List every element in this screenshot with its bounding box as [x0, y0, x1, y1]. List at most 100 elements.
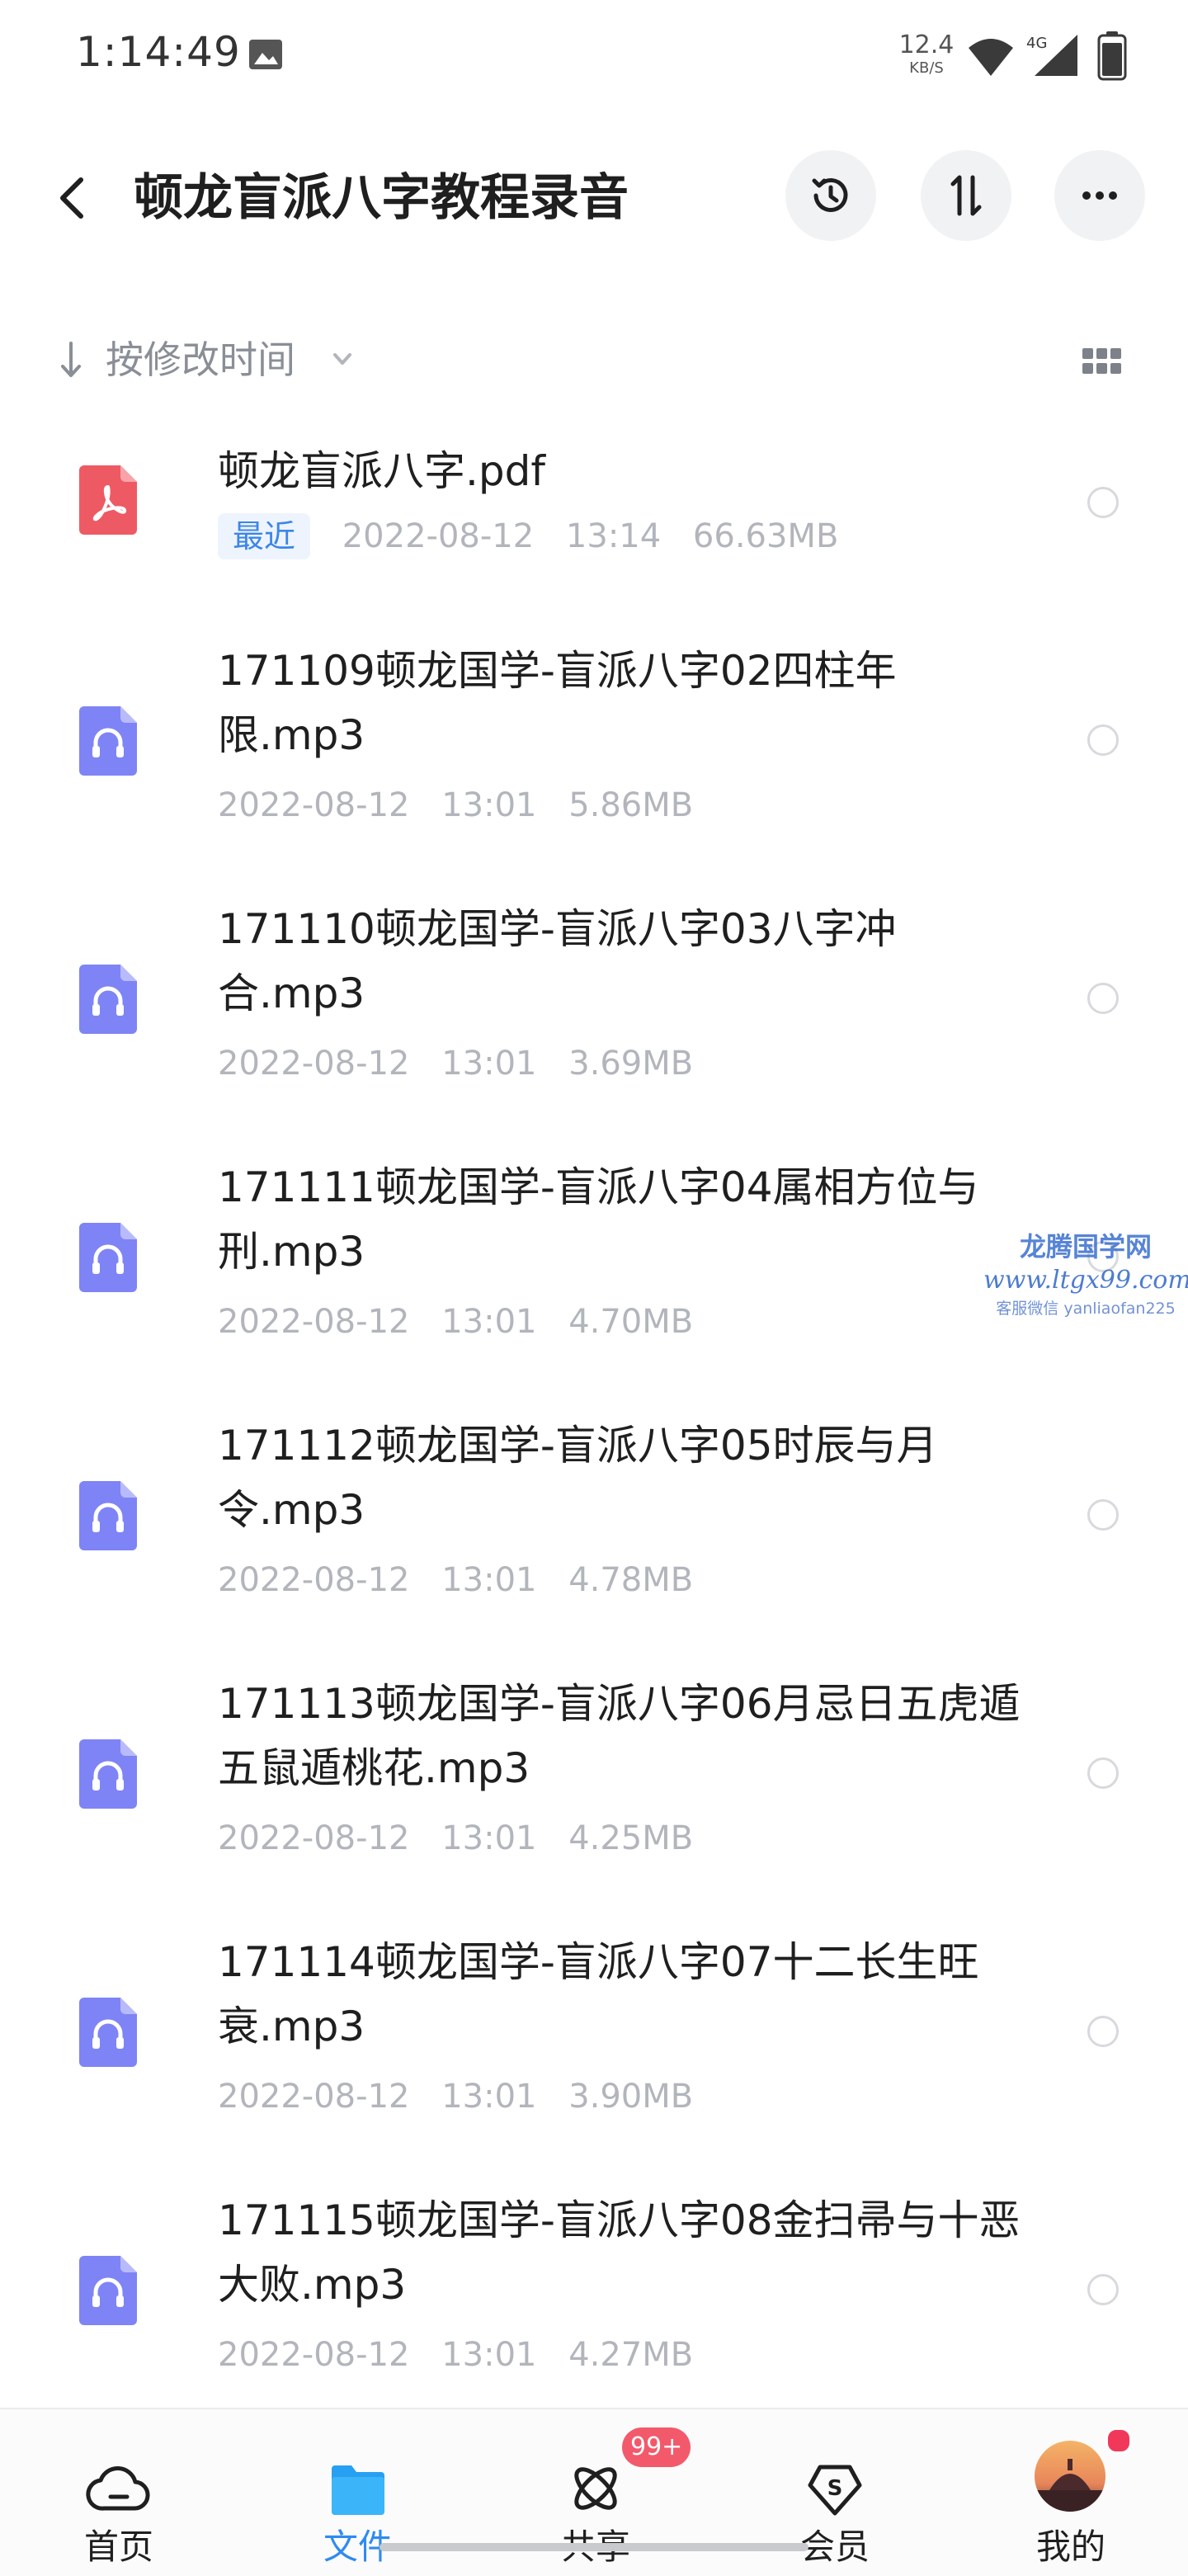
select-radio[interactable] [1087, 2274, 1119, 2305]
audio-file-icon [79, 1481, 137, 1550]
file-size: 4.70MB [568, 1303, 694, 1341]
file-meta: 2022-08-12 13:01 4.27MB [218, 2332, 714, 2378]
file-date: 2022-08-12 [218, 2078, 410, 2116]
file-name: 171114顿龙国学-盲派八字07十二长生旺衰.mp3 [218, 1938, 979, 2050]
grid-view-icon[interactable] [1082, 348, 1122, 375]
file-size: 5.86MB [568, 786, 694, 824]
file-name: 171110顿龙国学-盲派八字03八字冲合.mp3 [218, 905, 897, 1017]
sort-arrows-icon [950, 175, 982, 216]
file-size: 4.78MB [568, 1561, 694, 1599]
list-item[interactable]: 171109顿龙国学-盲派八字02四柱年限.mp3 2022-08-12 13:… [0, 611, 1188, 869]
back-arrow-icon[interactable] [50, 172, 99, 224]
file-size: 3.90MB [568, 2078, 694, 2116]
file-name: 171115顿龙国学-盲派八字08金扫帚与十恶大败.mp3 [218, 2196, 1021, 2309]
file-meta: 最近 2022-08-12 13:14 66.63MB [218, 513, 860, 559]
file-time: 13:14 [565, 517, 662, 555]
watermark-line2: www.ltgx99.com [983, 1266, 1188, 1295]
file-date: 2022-08-12 [218, 2336, 410, 2374]
watermark-line1: 龙腾国学网 [1019, 1231, 1152, 1262]
nav-home[interactable]: 首页 [36, 2409, 201, 2576]
audio-file-icon [79, 965, 137, 1034]
share-count-badge: 99+ [622, 2427, 691, 2467]
share-atom-icon [574, 2467, 617, 2510]
audio-file-icon [79, 2256, 137, 2325]
wifi-icon [969, 39, 1013, 76]
chevron-down-icon[interactable] [328, 345, 356, 373]
file-date: 2022-08-12 [218, 1303, 410, 1341]
nav-profile-label: 我的 [1035, 2526, 1106, 2567]
list-item[interactable]: 171115顿龙国学-盲派八字08金扫帚与十恶大败.mp3 2022-08-12… [0, 2160, 1188, 2418]
file-size: 4.25MB [568, 1819, 694, 1857]
recent-badge: 最近 [218, 513, 311, 559]
list-item[interactable]: 171110顿龙国学-盲派八字03八字冲合.mp3 2022-08-12 13:… [0, 869, 1188, 1127]
file-name: 171109顿龙国学-盲派八字02四柱年限.mp3 [218, 647, 897, 759]
audio-file-icon [79, 1998, 137, 2067]
file-time: 13:01 [441, 2078, 537, 2116]
avatar[interactable] [1035, 2441, 1106, 2512]
folder-icon [332, 2465, 384, 2515]
audio-file-icon [79, 1223, 137, 1292]
file-size: 66.63MB [692, 517, 839, 555]
file-date: 2022-08-12 [342, 517, 535, 555]
select-radio[interactable] [1087, 724, 1119, 756]
more-dots-icon [1082, 191, 1117, 200]
file-time: 13:01 [441, 1819, 537, 1857]
list-item[interactable]: 171114顿龙国学-盲派八字07十二长生旺衰.mp3 2022-08-12 1… [0, 1902, 1188, 2160]
sort-mode-label[interactable]: 按修改时间 [106, 335, 295, 385]
file-meta: 2022-08-12 13:01 3.69MB [218, 1040, 714, 1087]
network-speed-unit: KB/S [909, 59, 944, 77]
history-button[interactable] [785, 150, 876, 241]
select-radio[interactable] [1087, 1757, 1119, 1789]
home-indicator[interactable] [380, 2543, 808, 2551]
home-cloud-icon [86, 2465, 150, 2511]
select-radio[interactable] [1087, 1499, 1119, 1531]
sort-bar: 按修改时间 [0, 322, 1188, 396]
battery-icon [1097, 31, 1127, 81]
file-meta: 2022-08-12 13:01 3.90MB [218, 2074, 714, 2120]
file-meta: 2022-08-12 13:01 4.70MB [218, 1299, 714, 1345]
signal-icon: 4G [1026, 35, 1077, 76]
audio-file-icon [79, 706, 137, 776]
file-name: 171111顿龙国学-盲派八字04属相方位与刑.mp3 [218, 1163, 979, 1276]
file-date: 2022-08-12 [218, 1045, 410, 1083]
file-time: 13:01 [441, 786, 537, 824]
list-item[interactable]: 顿龙盲派八字.pdf 最近 2022-08-12 13:14 66.63MB [0, 419, 1188, 611]
image-notification-icon [249, 40, 282, 69]
file-time: 13:01 [441, 1303, 537, 1341]
file-date: 2022-08-12 [218, 1561, 410, 1599]
header: 顿龙盲派八字教程录音 [0, 140, 1188, 256]
pdf-file-icon [79, 465, 137, 535]
file-time: 13:01 [441, 2336, 537, 2374]
network-type-label: 4G [1026, 35, 1047, 52]
watermark: 龙腾国学网 www.ltgx99.com 客服微信 yanliaofan225 [983, 1229, 1188, 1320]
select-radio[interactable] [1087, 2016, 1119, 2047]
file-size: 3.69MB [568, 1045, 694, 1083]
sort-direction-icon[interactable] [56, 340, 86, 380]
audio-file-icon [79, 1739, 137, 1809]
member-diamond-icon: S [808, 2465, 862, 2516]
select-radio[interactable] [1087, 487, 1119, 518]
file-name: 171112顿龙国学-盲派八字05时辰与月令.mp3 [218, 1422, 938, 1534]
file-time: 13:01 [441, 1045, 537, 1083]
file-time: 13:01 [441, 1561, 537, 1599]
watermark-line3: 客服微信 yanliaofan225 [996, 1300, 1176, 1318]
network-speed-value: 12.4 [898, 31, 955, 59]
file-name: 171113顿龙国学-盲派八字06月忌日五虎遁五鼠遁桃花.mp3 [218, 1680, 1021, 1792]
network-speed: 12.4 KB/S [898, 33, 955, 76]
select-radio[interactable] [1087, 983, 1119, 1014]
notification-dot [1106, 2427, 1132, 2454]
list-item[interactable]: 171112顿龙国学-盲派八字05时辰与月令.mp3 2022-08-12 13… [0, 1385, 1188, 1644]
status-bar: 1:14:49 12.4 KB/S 4G [0, 0, 1188, 116]
file-meta: 2022-08-12 13:01 5.86MB [218, 782, 714, 828]
file-name: 顿龙盲派八字.pdf [218, 447, 545, 495]
list-item[interactable]: 171113顿龙国学-盲派八字06月忌日五虎遁五鼠遁桃花.mp3 2022-08… [0, 1644, 1188, 1902]
file-list: 顿龙盲派八字.pdf 最近 2022-08-12 13:14 66.63MB 1… [0, 419, 1188, 2418]
svg-text:S: S [827, 2476, 843, 2501]
file-size: 4.27MB [568, 2336, 694, 2374]
page-title: 顿龙盲派八字教程录音 [134, 169, 629, 227]
more-options-button[interactable] [1054, 150, 1145, 241]
file-meta: 2022-08-12 13:01 4.78MB [218, 1557, 714, 1603]
sort-toggle-button[interactable] [921, 150, 1011, 241]
file-date: 2022-08-12 [218, 786, 410, 824]
file-date: 2022-08-12 [218, 1819, 410, 1857]
